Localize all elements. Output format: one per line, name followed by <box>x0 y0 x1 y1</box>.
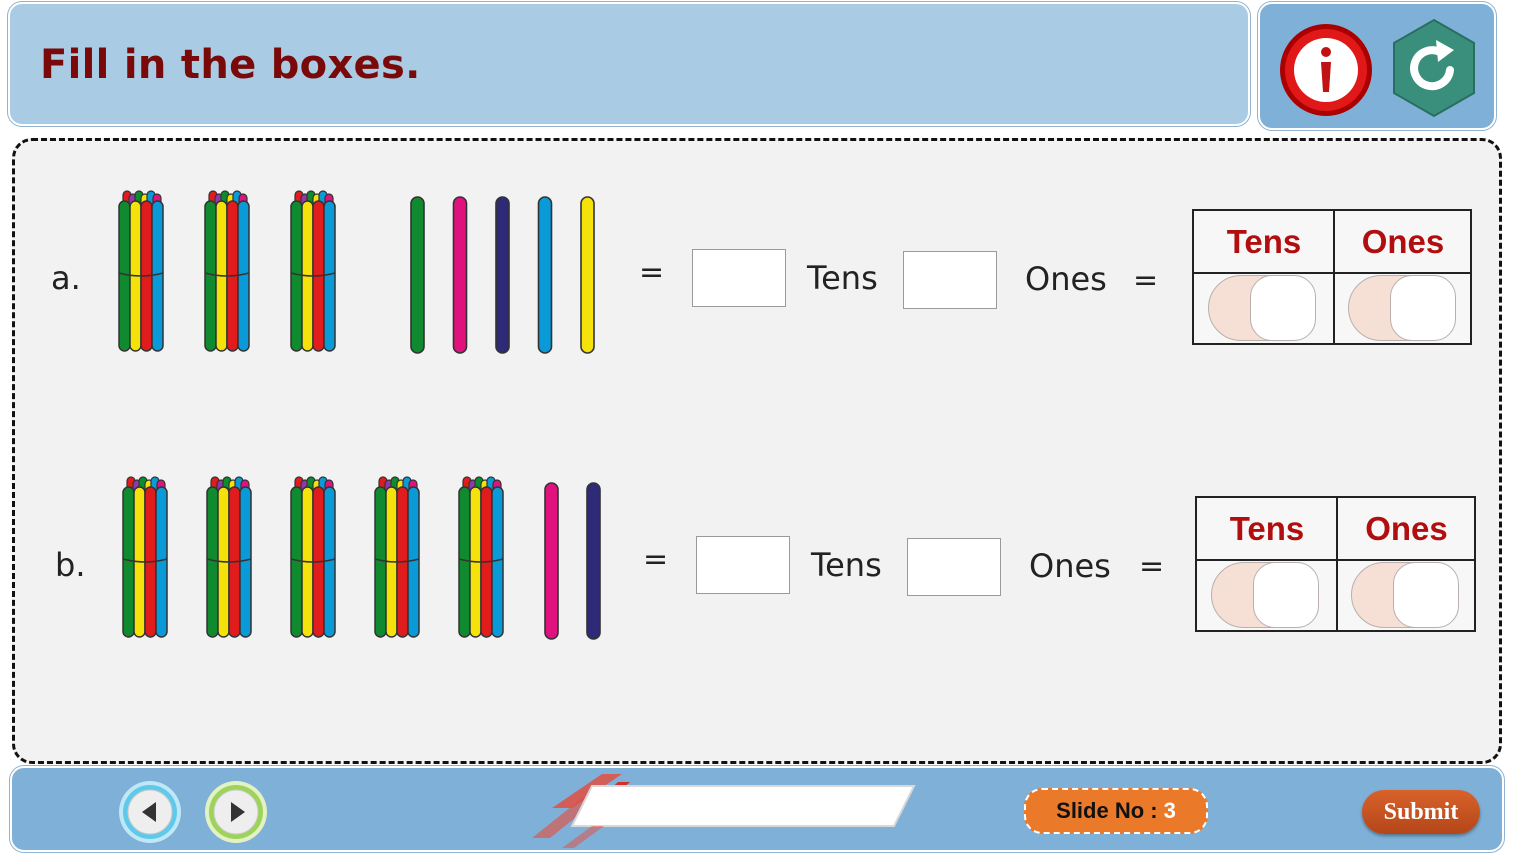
question-b-label: b. <box>55 546 86 584</box>
question-b-ones-input[interactable] <box>907 538 1001 596</box>
slide-number: 3 <box>1163 798 1176 823</box>
loose-stick <box>410 196 425 354</box>
question-a-equals: = <box>639 255 665 290</box>
bundle-of-ten <box>374 476 420 638</box>
bottom-bar: Slide No : 3 Submit <box>10 766 1504 852</box>
info-icon[interactable] <box>1278 22 1374 118</box>
bundle-of-ten <box>204 190 250 352</box>
question-a-equals-2: = <box>1133 263 1159 298</box>
reload-icon[interactable] <box>1390 18 1478 118</box>
loose-stick <box>452 196 468 354</box>
question-a-ones-toggle[interactable] <box>1348 275 1456 341</box>
table-divider <box>1194 272 1470 274</box>
question-b-place-value-table: Tens Ones <box>1195 496 1476 632</box>
question-b-tens-header: Tens <box>1229 510 1305 547</box>
bundle-of-ten <box>206 476 252 638</box>
question-b-equals-2: = <box>1139 549 1165 584</box>
loose-stick <box>495 196 510 354</box>
question-b-sticks <box>122 476 601 640</box>
work-area: a. = Tens Ones = Tens Ones b. = Tens One… <box>12 138 1502 764</box>
question-a-ones-word: Ones <box>1025 260 1107 298</box>
question-a-tens-header: Tens <box>1226 223 1302 260</box>
right-arrow-icon[interactable] <box>204 780 268 844</box>
tool-bar <box>1258 2 1496 130</box>
question-b-tens-word: Tens <box>811 546 882 584</box>
question-a-sticks <box>118 190 595 354</box>
bundle-of-ten <box>458 476 504 638</box>
question-a-ones-input[interactable] <box>903 251 997 309</box>
question-a-ones-header: Ones <box>1361 223 1445 260</box>
submit-button[interactable]: Submit <box>1362 790 1480 834</box>
question-b-ones-toggle[interactable] <box>1351 562 1459 628</box>
title-bar: Fill in the boxes. <box>8 2 1250 126</box>
question-b-ones-header: Ones <box>1365 510 1448 547</box>
loose-stick <box>537 196 553 354</box>
question-b-tens-input[interactable] <box>696 536 790 594</box>
question-a-place-value-table: Tens Ones <box>1192 209 1472 345</box>
bundle-of-ten <box>290 476 336 638</box>
question-a-label: a. <box>51 259 81 297</box>
loose-stick <box>544 482 559 640</box>
left-arrow-icon[interactable] <box>118 780 182 844</box>
slide-number-badge: Slide No : 3 <box>1024 788 1208 834</box>
question-a-tens-word: Tens <box>807 259 878 297</box>
progress-bar <box>532 774 916 848</box>
bundle-of-ten <box>118 190 164 352</box>
table-divider <box>1336 498 1338 630</box>
bundle-of-ten <box>290 190 336 352</box>
question-a-tens-input[interactable] <box>692 249 786 307</box>
question-b-tens-toggle[interactable] <box>1211 562 1319 628</box>
page-title: Fill in the boxes. <box>40 42 421 88</box>
question-a-tens-toggle[interactable] <box>1208 275 1316 341</box>
loose-stick <box>580 196 595 354</box>
question-b-ones-word: Ones <box>1029 547 1111 585</box>
loose-stick <box>586 482 601 640</box>
bundle-of-ten <box>122 476 168 638</box>
question-b-equals: = <box>643 542 669 577</box>
table-divider <box>1333 211 1335 343</box>
slide-label: Slide No : <box>1056 798 1158 823</box>
table-divider <box>1197 559 1474 561</box>
